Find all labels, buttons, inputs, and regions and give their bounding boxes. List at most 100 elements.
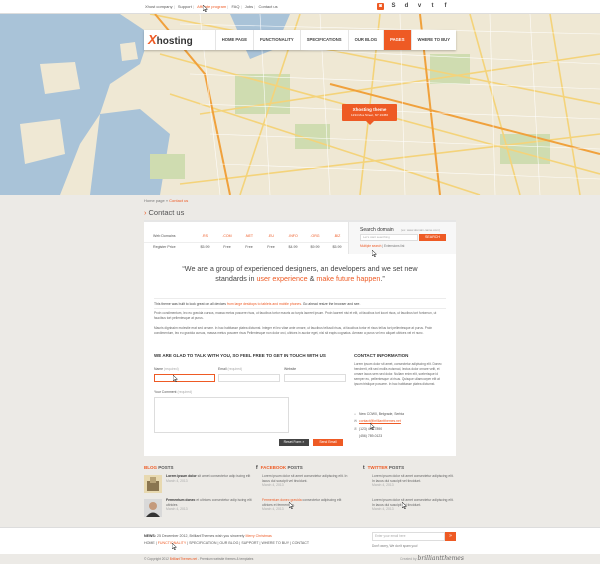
facebook-post[interactable]: Lorem ipsum dolor sit amet consectetur a… [262, 474, 350, 488]
domain-search-hint: (ex: www.domain-name.com) [401, 228, 440, 232]
title-highlight: FACEBOOK [260, 465, 287, 470]
post-date: March 4, 2013 [262, 483, 284, 487]
top-link-affiliate[interactable]: Affiliate program [197, 4, 226, 9]
footer-link-blog[interactable]: OUR BLOG [219, 541, 238, 545]
news-link[interactable]: Merry Christmas [245, 534, 271, 538]
breadcrumb-current: Contact us [169, 198, 189, 203]
title-rest: POSTS [387, 465, 405, 470]
rss-icon[interactable]: ◙ [377, 3, 384, 10]
contact-info-title: CONTACT INFORMATION [354, 353, 409, 358]
twitter-posts-title: t TWITTER POSTS [363, 465, 404, 471]
title-highlight: BLOG [144, 465, 157, 470]
footer-link-home[interactable]: HOME [144, 541, 155, 545]
newsletter-submit-button[interactable]: » [445, 532, 456, 541]
footer-link-where-to-buy[interactable]: WHERE TO BUY [262, 541, 290, 545]
twitter-post[interactable]: Lorem ipsum dolor sit amet consectetur a… [372, 498, 456, 512]
comment-label: Your Comment (required) [154, 390, 192, 394]
send-email-button[interactable]: Send Email [313, 439, 343, 446]
blog-thumbnail[interactable] [144, 499, 162, 517]
copyright-text: © Copyright 2012 [144, 557, 170, 561]
intro-part: This theme was built to look great on al… [154, 302, 227, 306]
company-quote: “We are a group of experienced designers… [174, 264, 426, 284]
comment-textarea[interactable] [154, 397, 289, 433]
website-field[interactable] [284, 374, 346, 382]
top-link-company[interactable]: Xhost company [145, 4, 173, 9]
skype-icon[interactable]: S [390, 3, 397, 10]
blog-post[interactable]: Fermentum donec et ultrices consectetur … [166, 498, 256, 512]
label-text: Name [154, 367, 164, 371]
twitter-icon[interactable]: t [429, 3, 436, 10]
required-note: (required) [227, 367, 243, 371]
top-link-jobs[interactable]: Jobs [245, 4, 253, 9]
nav-functionality[interactable]: FUNCTIONALITY [253, 30, 300, 50]
facebook-post[interactable]: Fermentum donec gravida consectetur adip… [262, 498, 350, 512]
email-field[interactable] [218, 374, 280, 382]
post-date: March 4, 2013 [372, 507, 394, 511]
domain-search-title: Search domain [360, 227, 394, 233]
facebook-icon[interactable]: f [442, 3, 449, 10]
mouse-cursor-icon [172, 543, 177, 550]
contact-form-title: WE ARE GLAD TO TALK WITH YOU, SO FEEL FR… [154, 353, 326, 358]
twitter-post[interactable]: Lorem ipsum dolor sit amet consectetur a… [372, 474, 456, 488]
footer-link-specification[interactable]: SPECIFICATION [189, 541, 216, 545]
site-logo[interactable]: Xhosting [148, 32, 193, 47]
nav-blog[interactable]: OUR BLOG [347, 30, 384, 50]
separator: | [226, 4, 230, 9]
name-field[interactable] [154, 374, 215, 382]
footer-nav: HOME | FUNCTIONALITY | SPECIFICATION | O… [144, 541, 310, 545]
price-cell: $5.99 [332, 244, 342, 249]
news-text: 25 December 2012, BrilliantThemes wish y… [155, 534, 246, 538]
intro-link[interactable]: from large desktops to tablets and mobil… [227, 302, 301, 306]
tld-cell: .COM [222, 234, 232, 238]
price-cell: Free [267, 244, 275, 249]
price-cell: $9.99 [310, 244, 320, 249]
title-bullet-icon: › [144, 208, 147, 217]
copyright-link[interactable]: BrilliantThemes.net [170, 557, 197, 561]
phone-line: (456) 789-0123 [354, 434, 382, 438]
top-link-support[interactable]: Support [178, 4, 192, 9]
nav-pages[interactable]: PAGES [383, 30, 411, 50]
domain-search-input[interactable]: Let's start searching [360, 234, 418, 241]
title-highlight: TWITTER [367, 465, 388, 470]
mouse-cursor-icon [173, 375, 178, 382]
content-panel: Web Domains .RS .COM .NET .EU .INFO .ORG… [144, 220, 456, 456]
table-row: Register Price $5.99 Free Free Free $4.9… [144, 242, 348, 250]
email-link[interactable]: contact@brilliantthemes.net [359, 419, 401, 423]
quote-highlight: user experience [256, 274, 308, 283]
mouse-cursor-icon [203, 5, 208, 12]
mouse-cursor-icon [370, 423, 375, 430]
footer-link-support[interactable]: SUPPORT [241, 541, 258, 545]
mouse-cursor-icon [289, 502, 294, 509]
price-cell: Free [245, 244, 253, 249]
divider [154, 298, 446, 299]
blog-post[interactable]: Lorem ipsum dolor sit amet consectetur a… [166, 474, 256, 483]
extensions-list-link[interactable]: Extensions list [384, 244, 404, 248]
required-note: (required) [164, 367, 179, 371]
breadcrumb-home[interactable]: Home page [144, 198, 165, 203]
separator: | [191, 4, 196, 9]
brand-logo[interactable]: brilliantthemes [418, 555, 464, 562]
vimeo-icon[interactable]: v [416, 3, 423, 10]
top-link-contact[interactable]: Contact us [258, 4, 277, 9]
nav-specifications[interactable]: SPECIFICATIONS [299, 30, 348, 50]
multiple-search-link[interactable]: Multiple search [360, 244, 381, 248]
newsletter-email-input[interactable]: Enter your email here [372, 532, 445, 541]
phone-text: (456) 789-0123 [359, 434, 383, 438]
blog-thumbnail[interactable] [144, 475, 162, 493]
newsletter-note: Don't worry, We don't spam you! [372, 544, 418, 548]
domain-search-button[interactable]: SEARCH [419, 234, 446, 241]
reset-form-button[interactable]: Reset Form × [279, 439, 309, 446]
map-marker[interactable]: Xhosting theme 1234 Mos Street, NY 23456 [342, 104, 397, 125]
title-rest: POSTS [157, 465, 174, 470]
nav-home[interactable]: HOME PAGE [214, 30, 253, 50]
page-title: › Contact us [144, 208, 184, 217]
close-icon: × [302, 440, 305, 444]
intro-part: . Go ahead resize the browser and see. [301, 302, 361, 306]
post-text: Lorem ipsum dolor sit amet consectetur a… [372, 474, 454, 483]
tld-cell: .BIZ [333, 234, 341, 238]
digg-icon[interactable]: d [403, 3, 410, 10]
post-link[interactable]: Fermentum donec gravida [262, 498, 302, 502]
footer-link-contact[interactable]: CONTACT [292, 541, 309, 545]
nav-where-to-buy[interactable]: WHERE TO BUY [410, 30, 457, 50]
button-label: Reset Form [283, 440, 302, 444]
